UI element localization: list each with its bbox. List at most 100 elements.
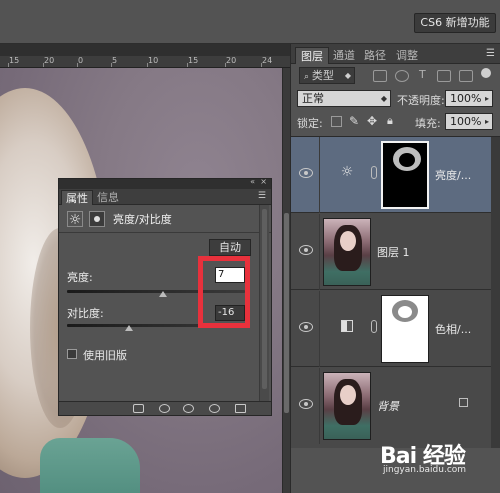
tab-paths[interactable]: 路径 (359, 47, 391, 64)
visibility-eye-icon[interactable] (299, 399, 313, 409)
tab-channels[interactable]: 通道 (328, 47, 360, 64)
layer-thumbnail[interactable] (323, 218, 371, 286)
ruler-label: 0 (78, 56, 84, 65)
ruler-tick (261, 63, 262, 67)
layer-row-layer-1[interactable]: 图层 1 (291, 214, 491, 290)
filter-shape-icon[interactable] (437, 70, 451, 82)
layer-mask-thumbnail[interactable] (381, 141, 429, 209)
contrast-label: 对比度: (67, 307, 104, 320)
reset-icon[interactable] (183, 404, 194, 413)
trash-icon[interactable] (235, 404, 246, 413)
tab-properties[interactable]: 属性 (61, 190, 93, 205)
layer-name[interactable]: 背景 (377, 398, 399, 414)
chevron-down-icon: ◆ (380, 94, 387, 103)
layer-row-hue-saturation[interactable]: 色相/... (291, 291, 491, 367)
fill-field[interactable]: 100% ▸ (445, 113, 493, 130)
brightness-icon: ☼ (340, 164, 354, 180)
properties-title-row: ☼ 亮度/对比度 (59, 205, 271, 233)
properties-footer (59, 401, 271, 415)
blend-mode-dropdown[interactable]: 正常 ◆ (297, 90, 391, 107)
ruler-label: 20 (226, 56, 237, 65)
filter-pixel-icon[interactable] (373, 70, 387, 82)
ruler-tick (43, 63, 44, 67)
divider (319, 291, 320, 367)
layer-row-background[interactable]: 背景 (291, 368, 491, 444)
fill-value: 100% (450, 115, 482, 128)
scrollbar-thumb[interactable] (284, 213, 289, 413)
layer-name[interactable]: 色相/... (435, 321, 471, 337)
filter-type-icon[interactable]: T (419, 68, 426, 81)
lock-transparent-icon[interactable] (331, 116, 342, 127)
ruler-label: 15 (188, 56, 199, 65)
layer-mask-thumbnail[interactable] (381, 295, 429, 363)
use-legacy-checkbox[interactable] (67, 349, 77, 359)
chevron-down-icon: ◆ (344, 71, 351, 80)
mask-shape (398, 306, 412, 318)
divider (319, 137, 320, 213)
chevron-down-icon: ▸ (484, 94, 489, 103)
visibility-eye-icon[interactable] (299, 168, 313, 178)
properties-tabs: 属性 信息 (59, 189, 271, 205)
tab-info[interactable]: 信息 (93, 190, 123, 205)
brightness-slider-handle[interactable] (159, 291, 167, 297)
link-icon[interactable] (371, 320, 377, 333)
panel-menu-icon[interactable]: ☰ (486, 48, 495, 59)
tab-layers[interactable]: 图层 (295, 47, 329, 64)
properties-title: 亮度/对比度 (113, 213, 172, 226)
baidu-watermark: Bai 经验 jingyan.baidu.com (380, 438, 490, 478)
opacity-label: 不透明度: (397, 94, 445, 107)
brightness-icon[interactable]: ☼ (67, 211, 83, 228)
properties-panel-header[interactable]: « × (59, 177, 271, 189)
visibility-eye-icon[interactable] (299, 245, 313, 255)
divider (319, 214, 320, 290)
ruler-label: 15 (9, 56, 20, 65)
lock-all-icon[interactable]: 🔒︎ (387, 114, 393, 128)
ruler-label: 20 (44, 56, 55, 65)
lock-icon (459, 398, 468, 407)
lock-move-icon[interactable]: ✥ (367, 114, 377, 128)
close-icon[interactable]: × (260, 177, 267, 186)
clip-to-layer-icon[interactable] (133, 404, 144, 413)
opacity-field[interactable]: 100% ▸ (445, 90, 493, 107)
workspace-button[interactable]: CS6 新增功能 (414, 13, 496, 33)
visibility-eye-icon[interactable] (209, 404, 220, 413)
visibility-eye-icon[interactable] (299, 322, 313, 332)
filter-smartobject-icon[interactable] (459, 70, 473, 82)
canvas-vertical-scrollbar[interactable] (282, 68, 290, 493)
layer-thumbnail[interactable] (323, 372, 371, 440)
layer-name[interactable]: 图层 1 (377, 244, 410, 260)
collapse-icon[interactable]: « (250, 177, 255, 186)
tab-adjustments[interactable]: 调整 (391, 47, 423, 64)
filter-toggle-icon[interactable] (481, 68, 491, 78)
layer-filter-value: 类型 (311, 69, 334, 82)
search-icon: ⌕ (304, 72, 312, 82)
mask-shape (399, 153, 415, 167)
ruler-tick (187, 63, 188, 67)
ruler-tick (8, 63, 9, 67)
layer-name[interactable]: 亮度/... (435, 167, 471, 183)
layer-list: ☼ 亮度/... 图层 1 色相/... 背景 (291, 136, 500, 449)
auto-button[interactable]: 自动 (209, 239, 251, 256)
document-tab-strip[interactable] (0, 44, 290, 56)
lock-label: 锁定: (297, 117, 323, 130)
chevron-down-icon: ▸ (484, 117, 489, 126)
layer-row-brightness-contrast[interactable]: ☼ 亮度/... (291, 137, 491, 213)
fill-label: 填充: (415, 117, 441, 130)
lock-paint-icon[interactable]: ✎ (349, 114, 359, 128)
link-icon[interactable] (371, 166, 377, 179)
ruler-tick (111, 63, 112, 67)
hue-saturation-icon (341, 320, 353, 332)
ruler-tick (77, 63, 78, 67)
layer-list-scrollbar[interactable] (491, 137, 500, 449)
ruler-label: 5 (112, 56, 118, 65)
properties-scrollbar[interactable] (259, 205, 269, 401)
filter-adjustment-icon[interactable] (395, 70, 409, 82)
view-previous-state-icon[interactable] (159, 404, 170, 413)
scrollbar-thumb[interactable] (262, 209, 267, 389)
layer-filter-dropdown[interactable]: ⌕ 类型 ◆ (299, 67, 355, 84)
options-bar: CS6 新增功能 (0, 0, 500, 44)
panel-menu-icon[interactable]: ☰ (258, 191, 266, 201)
contrast-slider-handle[interactable] (125, 325, 133, 331)
mask-icon[interactable] (89, 211, 105, 227)
highlight-box (198, 256, 250, 328)
